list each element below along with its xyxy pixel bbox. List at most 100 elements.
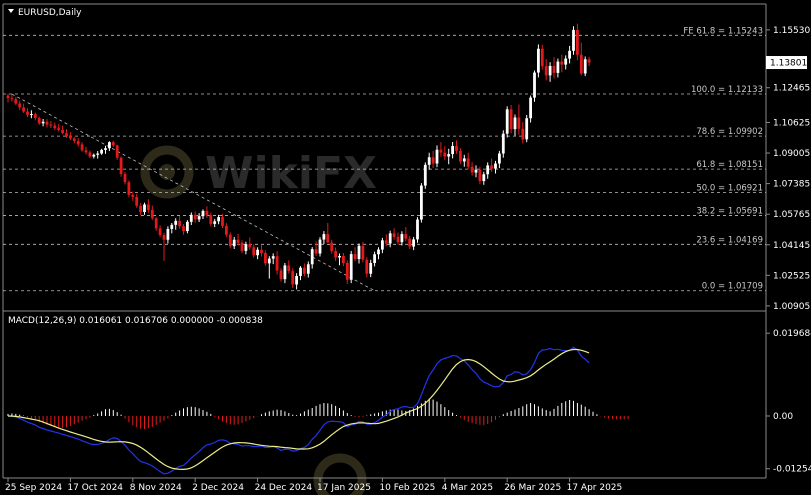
date-tick-label: 26 Mar 2025: [504, 483, 561, 493]
candle-body: [556, 61, 560, 73]
candle-body: [150, 209, 154, 219]
candle-body: [256, 249, 259, 256]
candle-body: [381, 240, 384, 250]
candle-body: [279, 270, 283, 280]
candle-body: [478, 169, 482, 182]
price-tick-label: 1.07385: [773, 180, 810, 190]
candle-body: [283, 265, 287, 280]
candle-body: [123, 173, 127, 183]
candle-body: [365, 259, 369, 274]
symbol-header[interactable]: EURUSD,Daily: [8, 8, 82, 18]
candle-body: [225, 225, 228, 235]
candle-body: [568, 50, 571, 59]
price-tick-label: 1.15530: [773, 26, 810, 36]
candle-body: [248, 244, 252, 248]
candle-body: [6, 95, 10, 99]
candle-body: [533, 72, 536, 98]
candle-body: [388, 233, 392, 244]
candle-body: [115, 145, 119, 158]
candle-body: [451, 145, 454, 155]
candle-body: [182, 226, 185, 232]
candle-body: [326, 234, 330, 243]
price-tick-label: 1.04145: [773, 241, 810, 251]
price-tick-label: 1.05765: [773, 210, 810, 220]
candle-body: [154, 218, 158, 229]
current-price-label: 1.13801: [770, 59, 807, 69]
candle-body: [76, 141, 80, 145]
candle-body: [498, 153, 501, 164]
candle-body: [205, 210, 209, 216]
candle-body: [572, 29, 575, 51]
date-tick-label: 4 Mar 2025: [442, 483, 493, 493]
candle-body: [88, 152, 92, 157]
candle-body: [353, 254, 357, 260]
candle-body: [22, 107, 25, 112]
candle-body: [490, 165, 493, 169]
candle-body: [45, 121, 49, 125]
candle-body: [186, 221, 189, 232]
candle-body: [37, 118, 41, 124]
candle-body: [579, 54, 583, 74]
candle-body: [517, 117, 521, 129]
candle-body: [439, 149, 443, 153]
symbol-title: EURUSD,Daily: [18, 8, 82, 18]
candle-body: [377, 249, 380, 255]
candle-body: [494, 163, 497, 169]
candle-body: [236, 239, 240, 243]
date-tick-label: 2 Dec 2024: [192, 483, 244, 493]
macd-tick-label: -0.012547: [773, 465, 811, 475]
candle-body: [443, 152, 447, 157]
candle-body: [529, 97, 532, 119]
candle-body: [96, 153, 100, 155]
candle-body: [119, 157, 123, 174]
candle-body: [178, 220, 181, 227]
date-tick-label: 24 Dec 2024: [255, 483, 313, 493]
candle-body: [240, 242, 244, 251]
date-tick-label: 17 Jan 2025: [317, 483, 371, 493]
candle-body: [57, 128, 61, 130]
candle-body: [104, 148, 107, 150]
candle-body: [420, 185, 423, 220]
candle-body: [459, 150, 462, 162]
fib-level-label: 23.6 = 1.04169: [696, 235, 763, 245]
candle-body: [213, 221, 217, 224]
candle-body: [564, 58, 568, 65]
candle-body: [303, 267, 306, 274]
candle-body: [291, 271, 295, 285]
candle-body: [435, 149, 439, 164]
candle-body: [470, 166, 474, 173]
candle-body: [322, 234, 326, 240]
macd-label: MACD(12,26,9) 0.016061 0.016706 0.000000…: [8, 316, 263, 326]
candle-body: [334, 251, 337, 258]
candle-body: [197, 216, 201, 220]
watermark-text: WikiFX: [205, 148, 377, 199]
date-tick-label: 8 Nov 2024: [130, 483, 182, 493]
candle-body: [548, 65, 552, 76]
candle-body: [587, 59, 591, 63]
date-tick-label: 25 Sep 2024: [5, 483, 62, 493]
candle-body: [232, 239, 236, 247]
candle-body: [369, 262, 373, 274]
price-tick-label: 1.10625: [773, 118, 810, 128]
candle-body: [466, 158, 470, 167]
candle-body: [41, 121, 45, 124]
candle-body: [264, 252, 267, 264]
fib-level-label: 78.6 = 1.09902: [696, 127, 763, 137]
candle-body: [108, 142, 111, 149]
candle-body: [18, 103, 22, 108]
candle-body: [295, 275, 298, 285]
price-tick-label: 1.12465: [773, 84, 810, 94]
candle-body: [482, 174, 486, 182]
candle-body: [147, 204, 150, 210]
candle-body: [135, 196, 139, 206]
candle-body: [525, 118, 529, 140]
candle-body: [314, 249, 318, 254]
candle-body: [505, 109, 509, 134]
candle-body: [486, 165, 490, 175]
candle-body: [61, 129, 64, 134]
candle-body: [576, 29, 579, 55]
candle-body: [244, 244, 248, 251]
candle-body: [404, 234, 408, 239]
candle-body: [69, 135, 72, 139]
candle-body: [583, 59, 587, 74]
